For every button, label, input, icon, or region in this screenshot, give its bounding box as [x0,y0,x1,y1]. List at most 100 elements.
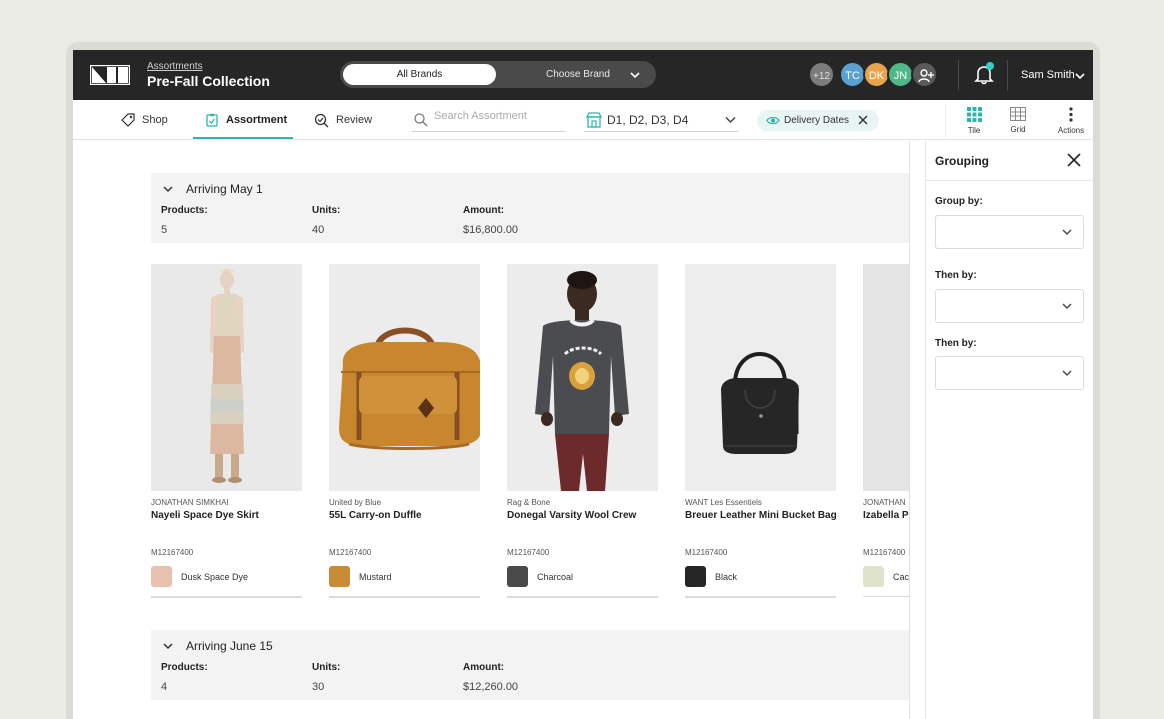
chevron-down-icon[interactable] [1075,71,1085,81]
tile-view-icon [966,107,982,122]
delivery-group-header[interactable]: Arriving June 15 Products: 4 Units: 30 Amo… [151,630,909,700]
avatar[interactable]: DK [863,61,890,88]
view-label: Tile [967,126,981,135]
stat-label: Products: [161,205,208,216]
add-user-icon [918,69,934,83]
product-brand: JONATHAN [863,498,906,507]
stat-units: Units: 30 [312,662,340,693]
store-icon [586,112,602,128]
chevron-down-icon [1062,303,1072,309]
duffle-bag-image [329,264,480,491]
card-divider [329,596,480,598]
product-image[interactable] [329,264,480,491]
product-brand: WANT Les Essentiels [685,498,762,507]
color-swatch[interactable] [507,566,528,587]
product-name[interactable]: Nayeli Space Dye Skirt [151,510,259,521]
then-by-select[interactable] [935,289,1084,323]
actions-menu-button[interactable]: Actions [1051,105,1091,139]
card-divider [685,596,836,598]
user-menu-name[interactable]: Sam Smith [1021,69,1075,81]
search-box[interactable] [412,108,565,132]
product-image[interactable] [863,264,909,491]
avatar[interactable]: TC [839,61,866,88]
view-grid-button[interactable]: Grid [998,105,1038,139]
chevron-down-icon[interactable] [630,70,640,80]
color-name: Charcoal [537,572,574,582]
card-divider [151,596,302,598]
stat-label: Units: [312,205,341,216]
product-image[interactable] [685,264,836,491]
product-sku: M12167400 [863,548,906,557]
tab-shop[interactable]: Shop [121,100,168,140]
group-by-select[interactable] [935,215,1084,249]
close-icon[interactable] [1067,153,1081,167]
view-tile-button[interactable]: Tile [954,105,994,139]
notification-badge [986,62,994,70]
product-card[interactable]: United by Blue 55L Carry-on Duffle M1216… [329,264,480,598]
chevron-down-icon [1062,370,1072,376]
store-select[interactable]: D1, D2, D3, D4 [584,108,738,132]
breadcrumb-assortments[interactable]: Assortments [147,61,203,72]
product-image[interactable] [507,264,658,491]
stat-value: 40 [312,224,325,236]
stat-amount: Amount: $12,260.00 [463,662,518,693]
then-by-select[interactable] [935,356,1084,390]
product-sku: M12167400 [507,548,550,557]
chevron-down-icon[interactable] [162,640,174,652]
product-name[interactable]: Donegal Varsity Wool Crew [507,510,636,521]
brand-toggle[interactable]: All Brands Choose Brand [340,61,656,88]
product-card[interactable]: Rag & Bone Donegal Varsity Wool Crew M12… [507,264,658,598]
stat-value: 30 [312,681,325,693]
group-title: Arriving June 15 [186,639,273,653]
chevron-down-icon[interactable] [162,183,174,195]
product-name[interactable]: 55L Carry-on Duffle [329,510,422,521]
color-swatch[interactable] [863,566,884,587]
product-image[interactable] [151,264,302,491]
product-card[interactable]: JONATHAN Izabella Pr M12167400 Cac [863,264,909,597]
stat-label: Amount: [463,205,505,216]
stat-value: $16,800.00 [463,224,519,236]
stat-amount: Amount: $16,800.00 [463,205,518,236]
add-user-button[interactable] [911,61,938,88]
product-brand: United by Blue [329,498,382,507]
tab-assortment[interactable]: Assortment [205,100,287,140]
color-swatch[interactable] [329,566,350,587]
card-divider [863,596,909,597]
color-name: Mustard [359,572,392,582]
grid-view-icon [1010,107,1026,121]
panel-title: Grouping [935,154,989,168]
chip-label: Delivery Dates [784,115,850,126]
tag-icon [121,113,135,127]
color-swatch[interactable] [685,566,706,587]
product-sku: M12167400 [329,548,372,557]
brand-choose-option[interactable]: Choose Brand [546,61,610,88]
more-vertical-icon [1069,107,1073,122]
color-swatch[interactable] [151,566,172,587]
store-select-value: D1, D2, D3, D4 [607,113,689,127]
group-by-label: Group by: [935,196,983,207]
review-search-icon [314,113,329,127]
chevron-down-icon[interactable] [725,116,736,124]
filter-chip-delivery-dates[interactable]: Delivery Dates [757,110,879,131]
avatar[interactable]: JN [887,61,914,88]
app-logo-icon[interactable] [90,65,130,85]
card-divider [507,596,658,598]
search-input[interactable] [434,110,562,122]
brand-all-option[interactable]: All Brands [343,64,496,85]
delivery-group-header[interactable]: Arriving May 1 Products: 5 Units: 40 Amoun… [151,173,909,243]
eye-icon [766,116,780,125]
product-name[interactable]: Izabella Pr [863,510,909,521]
color-name: Black [715,572,738,582]
stat-products: Products: 4 [161,662,208,693]
product-card[interactable]: WANT Les Essentiels Breuer Leather Mini … [685,264,837,598]
tab-review[interactable]: Review [314,100,372,140]
tab-label: Assortment [226,114,288,126]
page-title: Pre-Fall Collection [147,73,270,89]
close-icon[interactable] [858,115,868,125]
product-card[interactable]: JONATHAN SIMKHAI Nayeli Space Dye Skirt … [151,264,302,598]
product-sku: M12167400 [685,548,728,557]
avatar-more-count[interactable]: +12 [808,61,835,88]
group-title: Arriving May 1 [186,182,263,196]
product-name[interactable]: Breuer Leather Mini Bucket Bag [685,510,837,521]
color-name: Dusk Space Dye [181,572,249,582]
